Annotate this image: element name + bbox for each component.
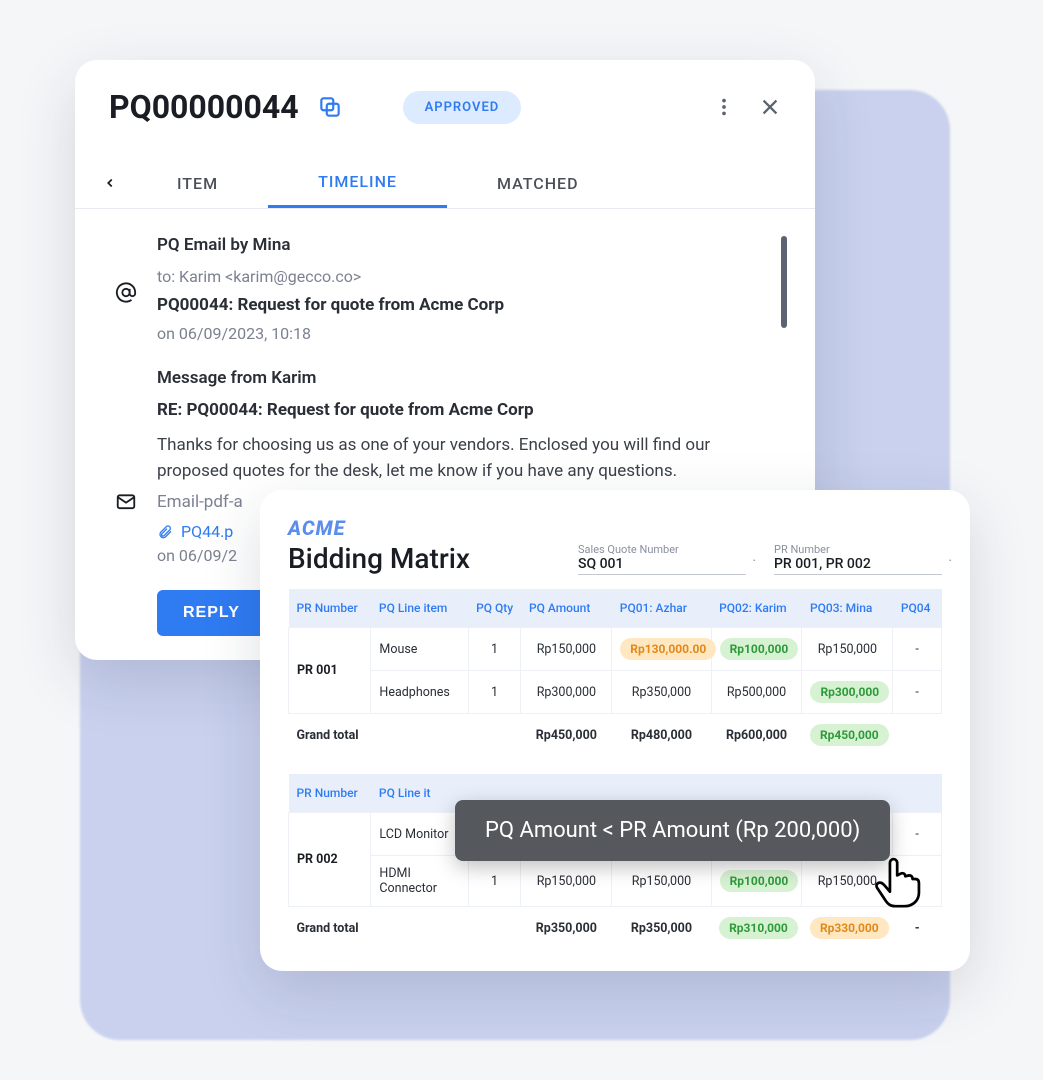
total-pq01: Rp350,000 [612,907,711,950]
pointer-cursor-icon [870,850,928,908]
matrix-header: ACME Bidding Matrix Sales Quote Number S… [288,516,942,575]
tab-matched[interactable]: MATCHED [447,160,629,207]
copy-icon[interactable] [317,94,343,120]
th-qty[interactable]: PQ Qty [468,589,521,628]
grand-total-row: Grand total Rp350,000 Rp350,000 Rp310,00… [289,907,942,950]
total-pq04 [893,714,942,757]
grand-total-row: Grand total Rp450,000 Rp480,000 Rp600,00… [289,714,942,757]
pr-value: PR 001, PR 002 [774,556,942,572]
total-pq03: Rp330,000 [802,907,893,950]
total-pq02: Rp310,000 [711,907,802,950]
email-timestamp: on 06/09/2023, 10:18 [157,322,775,346]
sq-value: SQ 001 [578,556,746,572]
cell-pq04: - [893,671,942,714]
tab-bar: ITEM TIMELINE MATCHED [75,158,815,209]
email-to: to: Karim <karim@gecco.co> [157,265,775,289]
cell-pr: PR 002 [289,813,371,907]
cell-amount: Rp300,000 [521,671,612,714]
cell-pq01: Rp130,000.00 [612,628,711,671]
close-icon[interactable] [759,96,781,118]
th-line-item[interactable]: PQ Line item [371,589,468,628]
total-pq01: Rp480,000 [612,714,711,757]
th-pr-number[interactable]: PR Number [289,774,371,813]
cell-qty: 1 [468,671,521,714]
table-header-row: PR Number PQ Line item PQ Qty PQ Amount … [289,589,942,628]
matrix-table-pr001: PR Number PQ Line item PQ Qty PQ Amount … [288,589,942,756]
cell-pq01: Rp350,000 [612,671,711,714]
cell-amount: Rp150,000 [521,628,612,671]
paperclip-icon [157,524,173,540]
message-body: Thanks for choosing us as one of your ve… [157,433,775,484]
sales-quote-field[interactable]: Sales Quote Number SQ 001 [578,543,746,575]
pr-label: PR Number [774,543,942,556]
cell-item: LCD Monitor [371,813,468,856]
total-amount: Rp450,000 [521,714,612,757]
total-amount: Rp350,000 [521,907,612,950]
cell-pq03: Rp150,000 [802,628,893,671]
cell-qty: 1 [468,628,521,671]
tab-timeline[interactable]: TIMELINE [268,158,447,208]
reply-button[interactable]: REPLY [157,590,266,636]
table-row: PR 001 Mouse 1 Rp150,000 Rp130,000.00 Rp… [289,628,942,671]
bidding-matrix-panel: ACME Bidding Matrix Sales Quote Number S… [260,490,970,971]
th-pq04[interactable]: PQ04 [893,589,942,628]
total-pq04: - [893,907,942,950]
cell-pr: PR 001 [289,628,371,714]
cell-pq02: Rp100,000 [711,856,802,907]
cell-pq02: Rp100,000 [711,628,802,671]
message-subject: RE: PQ00044: Request for quote from Acme… [157,398,775,424]
cell-pq03: Rp300,000 [802,671,893,714]
th-pq01[interactable]: PQ01: Azhar [612,589,711,628]
total-label: Grand total [289,907,521,950]
email-title: PQ Email by Mina [157,233,775,259]
message-title: Message from Karim [157,366,775,392]
cell-qty: 1 [468,856,521,907]
tab-item[interactable]: ITEM [127,160,268,207]
cell-pq01: Rp150,000 [612,856,711,907]
more-icon[interactable] [713,96,735,118]
attachment-name: PQ44.p [181,520,233,544]
cell-item: Headphones [371,671,468,714]
cell-pq02: Rp500,000 [711,671,802,714]
pq-header: PQ00000044 APPROVED [75,88,815,136]
table-row: Headphones 1 Rp300,000 Rp350,000 Rp500,0… [289,671,942,714]
comparison-tooltip: PQ Amount < PR Amount (Rp 200,000) [455,800,890,861]
th-pr-number[interactable]: PR Number [289,589,371,628]
sq-label: Sales Quote Number [578,543,746,556]
status-badge: APPROVED [403,91,522,124]
cell-item: HDMI Connector [371,856,468,907]
total-pq03: Rp450,000 [802,714,893,757]
th-amount[interactable]: PQ Amount [521,589,612,628]
th-pq02[interactable]: PQ02: Karim [711,589,802,628]
pr-number-field[interactable]: PR Number PR 001, PR 002 [774,543,942,575]
chevron-left-icon[interactable] [103,176,117,190]
cell-item: Mouse [371,628,468,671]
total-label: Grand total [289,714,521,757]
matrix-heading: Bidding Matrix [288,542,550,575]
mail-icon [115,368,137,636]
pq-id: PQ00000044 [109,88,299,126]
th-pq03[interactable]: PQ03: Mina [802,589,893,628]
cell-amount: Rp150,000 [521,856,612,907]
cell-pq04: - [893,628,942,671]
timeline-email-item: PQ Email by Mina to: Karim <karim@gecco.… [115,233,775,350]
total-pq02: Rp600,000 [711,714,802,757]
at-sign-icon [115,235,137,350]
brand-logo: ACME [288,516,550,540]
table-row: HDMI Connector 1 Rp150,000 Rp150,000 Rp1… [289,856,942,907]
email-subject: PQ00044: Request for quote from Acme Cor… [157,293,775,319]
